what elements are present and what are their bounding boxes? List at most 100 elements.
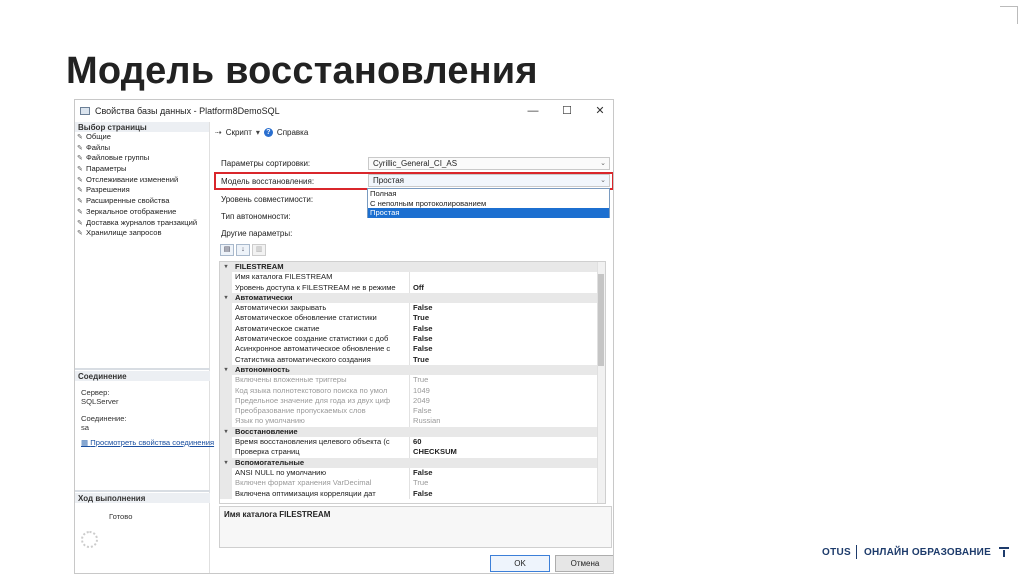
property-value[interactable]: False [410, 303, 605, 313]
chevron-down-icon[interactable]: ▾ [256, 128, 260, 137]
property-value[interactable]: True [410, 355, 605, 365]
property-value[interactable]: False [410, 468, 605, 478]
grid-property-row[interactable]: Время восстановления целевого объекта (с… [220, 437, 605, 448]
property-name: Уровень доступа к FILESTREAM не в режиме [232, 282, 410, 293]
row-gutter [220, 416, 232, 427]
property-description: Имя каталога FILESTREAM [219, 506, 612, 548]
option-bulk-logged[interactable]: С неполным протоколированием [368, 199, 609, 209]
options-property-grid: ▾ FILESTREAM Имя каталога FILESTREAM Уровен… [219, 261, 606, 504]
wrench-icon: ✎ [77, 155, 83, 163]
close-button[interactable]: ✕ [590, 103, 610, 119]
sidebar-item-files[interactable]: ✎ Файлы [77, 143, 209, 154]
help-button[interactable]: Справка [277, 128, 308, 137]
property-value[interactable]: 1049 [410, 386, 605, 396]
minimize-button[interactable]: — [523, 103, 543, 119]
grid-category[interactable]: ▾ Автоматически [220, 292, 605, 304]
grid-property-row[interactable]: Включен формат хранения VarDecimal True [220, 478, 605, 489]
collapse-icon[interactable]: ▾ [220, 292, 232, 304]
grid-category[interactable]: ▾ FILESTREAM [220, 262, 605, 273]
view-connection-properties-link[interactable]: ▦ Просмотреть свойства соединения [81, 438, 214, 447]
grid-property-row[interactable]: Автоматическое создание статистики с доб… [220, 334, 605, 345]
grid-property-row[interactable]: Имя каталога FILESTREAM [220, 272, 605, 283]
collapse-icon[interactable]: ▾ [220, 457, 232, 468]
row-gutter [220, 437, 232, 448]
sidebar-item-label: Общие [86, 132, 111, 141]
sidebar-item-filegroups[interactable]: ✎ Файловые группы [77, 153, 209, 164]
property-name: Язык по умолчанию [232, 416, 410, 427]
wrench-icon: ✎ [77, 230, 83, 238]
wrench-icon: ✎ [77, 166, 83, 174]
sidebar-item-permissions[interactable]: ✎ Разрешения [77, 185, 209, 196]
property-value[interactable]: False [410, 489, 605, 499]
divider [75, 490, 210, 492]
option-full[interactable]: Полная [368, 189, 609, 199]
grid-property-row[interactable]: Асинхронное автоматическое обновление сF… [220, 344, 605, 355]
property-value[interactable]: 60 [410, 437, 605, 447]
categorized-sort-icon[interactable]: ▤ [220, 244, 234, 256]
grid-property-row[interactable]: Статистика автоматического создания True [220, 354, 605, 365]
sidebar-item-mirroring[interactable]: ✎ Зеркальное отображение [77, 207, 209, 218]
grid-property-row[interactable]: Автоматическое обновление статистики True [220, 313, 605, 324]
property-value[interactable]: False [410, 344, 605, 354]
grid-property-row[interactable]: Включены вложенные триггеры True [220, 375, 605, 386]
property-value[interactable]: CHECKSUM [410, 447, 605, 457]
property-name: Включена оптимизация корреляции дат [232, 488, 410, 499]
script-button[interactable]: Скрипт [226, 128, 252, 137]
footer-divider [856, 545, 857, 559]
maximize-button[interactable]: ☐ [557, 103, 577, 119]
title-bar[interactable]: Свойства базы данных - Platform8DemoSQL … [75, 100, 613, 122]
collapse-icon[interactable]: ▾ [220, 262, 232, 273]
alphabetical-sort-icon[interactable]: ↓ [236, 244, 250, 256]
grid-category[interactable]: ▾ Восстановление [220, 426, 605, 438]
database-properties-dialog: Свойства базы данных - Platform8DemoSQL … [74, 99, 614, 574]
row-gutter [220, 385, 232, 396]
sidebar-item-query-store[interactable]: ✎ Хранилище запросов [77, 228, 209, 239]
property-pages-icon[interactable]: ▥ [252, 244, 266, 256]
dialog-toolbar: ⇢ Скрипт ▾ ? Справка [215, 128, 308, 137]
property-name: Код языка полнотекстового поиска по умол [232, 385, 410, 396]
option-simple[interactable]: Простая [368, 208, 609, 218]
sidebar-item-options[interactable]: ✎ Параметры [77, 164, 209, 175]
collapse-icon[interactable]: ▾ [220, 364, 232, 376]
property-value[interactable]: False [410, 406, 605, 416]
property-value[interactable]: 2049 [410, 396, 605, 406]
grid-category[interactable]: ▾ Автономность [220, 364, 605, 376]
sidebar-item-extended-properties[interactable]: ✎ Расширенные свойства [77, 196, 209, 207]
property-value[interactable]: Off [410, 283, 605, 293]
row-gutter [220, 303, 232, 314]
grid-property-row[interactable]: Язык по умолчанию Russian [220, 416, 605, 427]
grid-property-row[interactable]: Включена оптимизация корреляции дат False [220, 488, 605, 499]
property-value[interactable]: True [410, 375, 605, 385]
page-list: ✎ Общие ✎ Файлы ✎ Файловые группы ✎ Параметр… [75, 132, 209, 239]
property-value[interactable]: True [410, 313, 605, 323]
property-value[interactable]: True [410, 478, 605, 488]
property-value[interactable]: False [410, 324, 605, 334]
collation-label: Параметры сортировки: [221, 159, 311, 168]
grid-property-row[interactable]: Проверка страниц CHECKSUM [220, 447, 605, 458]
chevron-down-icon: ⌄ [600, 160, 606, 167]
grid-property-row[interactable]: Код языка полнотекстового поиска по умол… [220, 385, 605, 396]
collation-select[interactable]: Cyrillic_General_CI_AS ⌄ [368, 157, 610, 170]
property-value[interactable]: False [410, 334, 605, 344]
grid-scrollbar[interactable] [597, 262, 605, 503]
sidebar-item-change-tracking[interactable]: ✎ Отслеживание изменений [77, 175, 209, 186]
sidebar-item-general[interactable]: ✎ Общие [77, 132, 209, 143]
grid-property-row[interactable]: Преобразование пропускаемых слов False [220, 406, 605, 417]
grid-property-row[interactable]: Автоматически закрывать False [220, 303, 605, 314]
grid-property-row[interactable]: Автоматическое сжатие False [220, 323, 605, 335]
cancel-button[interactable]: Отмена [555, 555, 613, 572]
property-value[interactable]: Russian [410, 416, 605, 426]
ok-button[interactable]: OK [490, 555, 550, 572]
sidebar-item-log-shipping[interactable]: ✎ Доставка журналов транзакций [77, 218, 209, 229]
property-name: Проверка страниц [232, 447, 410, 458]
grid-property-row[interactable]: Уровень доступа к FILESTREAM не в режиме… [220, 282, 605, 293]
progress-header: Ход выполнения [75, 493, 210, 503]
grid-category[interactable]: ▾ Вспомогательные [220, 457, 605, 468]
grid-property-row[interactable]: Предельное значение для года из двух циф… [220, 395, 605, 407]
scrollbar-thumb[interactable] [598, 274, 604, 366]
grid-property-row[interactable]: ANSI NULL по умолчанию False [220, 467, 605, 479]
collapse-icon[interactable]: ▾ [220, 426, 232, 438]
row-gutter [220, 488, 232, 499]
property-value[interactable] [410, 272, 605, 282]
server-label: Сервер: [81, 388, 110, 397]
